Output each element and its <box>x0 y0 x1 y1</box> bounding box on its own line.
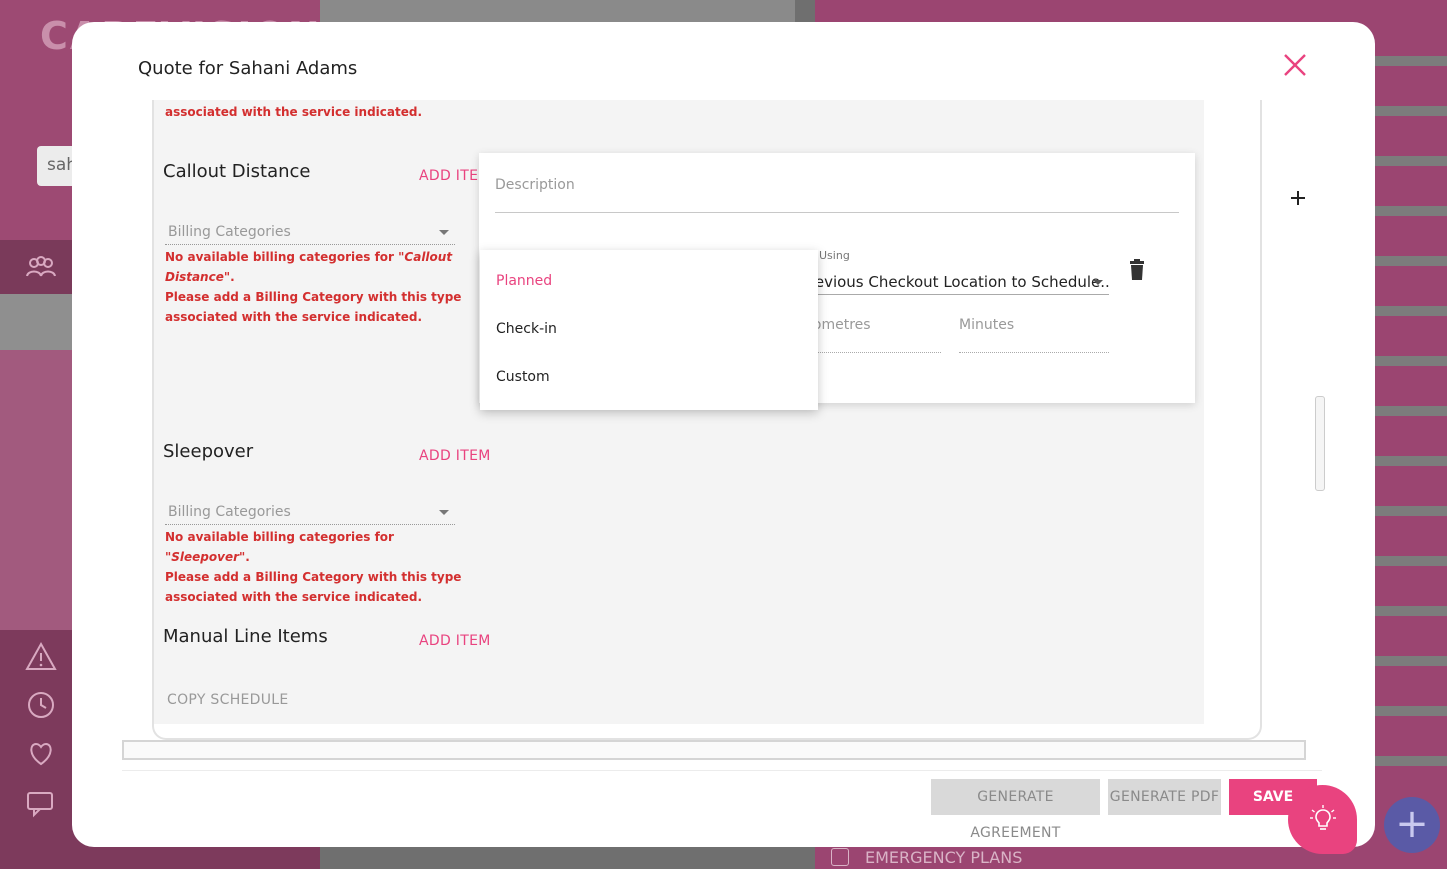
background-stripe <box>1375 56 1447 66</box>
background-top-bar <box>320 0 795 22</box>
footer-divider <box>122 770 1322 771</box>
modal-title: Quote for Sahani Adams <box>138 58 358 79</box>
dropdown-option-check-in[interactable]: Check-in <box>480 306 818 354</box>
background-stripe <box>1375 256 1447 266</box>
background-stripe <box>1375 556 1447 566</box>
horizontal-scrollbar[interactable] <box>122 740 1306 760</box>
vertical-scrollbar[interactable] <box>1315 396 1325 491</box>
caret-down-icon <box>439 230 449 235</box>
close-button[interactable] <box>1280 52 1310 82</box>
manual-line-items-title: Manual Line Items <box>163 626 328 647</box>
sleepover-error-line2: Please add a Billing Category with this … <box>165 570 462 584</box>
caret-down-icon <box>439 510 449 515</box>
callout-billing-placeholder: Billing Categories <box>168 224 291 240</box>
dropdown-option-planned[interactable]: Planned <box>480 258 818 306</box>
background-stripe <box>1375 206 1447 216</box>
chat-icon <box>24 786 58 820</box>
copy-schedule-button[interactable]: COPY SCHEDULE <box>167 692 289 708</box>
sleepover-error-prefix: No available billing categories for <box>165 530 394 544</box>
sleepover-error-message: No available billing categories for "Sle… <box>165 527 465 607</box>
background-stripe <box>1375 756 1447 766</box>
sync-clock-icon <box>24 688 58 722</box>
callout-error-prefix: No available billing categories for <box>165 250 399 264</box>
plus-icon: + <box>1395 801 1429 847</box>
warning-icon <box>24 640 58 674</box>
background-stripe <box>1375 106 1447 116</box>
caret-down-icon <box>1093 280 1103 285</box>
callout-billing-categories-select[interactable]: Billing Categories <box>165 221 455 245</box>
add-fab-button[interactable]: + <box>1384 797 1440 853</box>
quote-modal: Quote for Sahani Adams associated with t… <box>72 22 1375 847</box>
calculate-by-value: revious Checkout Location to Schedule... <box>809 273 1109 291</box>
add-icon-button[interactable] <box>1286 186 1310 210</box>
previous-section-error: associated with the service indicated. <box>165 105 423 119</box>
background-stripe <box>1375 356 1447 366</box>
dropdown-option-custom[interactable]: Custom <box>480 354 818 402</box>
emergency-plans-label: EMERGENCY PLANS <box>865 848 1023 867</box>
plus-icon <box>1291 191 1305 205</box>
background-stripe <box>1375 306 1447 316</box>
heart-icon <box>24 736 58 770</box>
generate-agreement-button[interactable]: GENERATE AGREEMENT <box>931 779 1100 841</box>
sleepover-billing-placeholder: Billing Categories <box>168 504 291 520</box>
lightbulb-icon <box>1310 805 1336 830</box>
kilometres-input[interactable]: lometres <box>809 313 941 353</box>
background-stripe <box>1375 706 1447 716</box>
sleepover-error-line3: associated with the service indicated. <box>165 590 423 604</box>
background-stripe <box>1375 506 1447 516</box>
minutes-input[interactable]: Minutes <box>959 313 1109 353</box>
background-checkbox <box>831 848 849 866</box>
callout-error-line2: Please add a Billing Category with this … <box>165 290 462 304</box>
background-stripe <box>1375 656 1447 666</box>
delete-line-item-button[interactable] <box>1129 259 1145 281</box>
calculation-method-dropdown: Planned Check-in Custom <box>480 250 818 410</box>
sleepover-billing-categories-select[interactable]: Billing Categories <box>165 501 455 525</box>
sleepover-title: Sleepover <box>163 441 254 462</box>
manual-add-item-button[interactable]: ADD ITEM <box>419 633 491 649</box>
background-stripe <box>1375 456 1447 466</box>
tips-fab-button[interactable] <box>1288 785 1357 854</box>
calculate-by-select[interactable]: revious Checkout Location to Schedule... <box>809 269 1109 295</box>
callout-error-message: No available billing categories for "Cal… <box>165 247 465 327</box>
sleepover-error-suffix: . <box>245 550 250 564</box>
sleepover-error-value: "Sleepover" <box>165 550 246 564</box>
trash-icon <box>1130 259 1144 280</box>
background-stripe <box>1375 156 1447 166</box>
close-icon <box>1284 54 1306 76</box>
background-stripe <box>1375 606 1447 616</box>
people-icon <box>24 250 58 284</box>
description-input[interactable]: Description <box>495 175 1179 213</box>
background-stripe <box>1375 406 1447 416</box>
generate-pdf-button[interactable]: GENERATE PDF <box>1108 779 1221 815</box>
callout-distance-title: Callout Distance <box>163 161 311 182</box>
callout-error-line3: associated with the service indicated. <box>165 310 423 324</box>
callout-error-suffix: . <box>230 270 235 284</box>
sleepover-add-item-button[interactable]: ADD ITEM <box>419 448 491 464</box>
